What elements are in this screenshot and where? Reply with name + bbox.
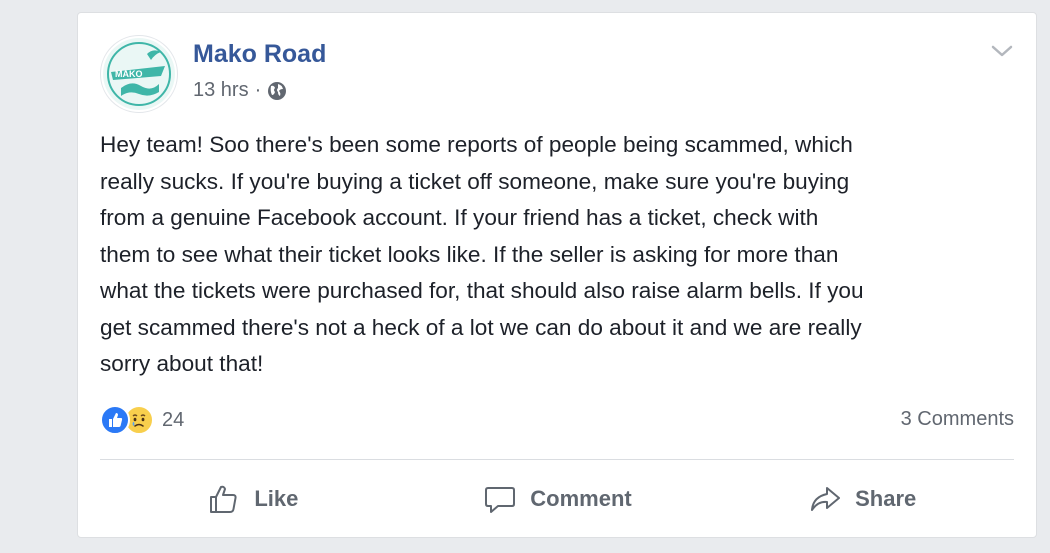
post-meta: 13 hrs · [193, 79, 288, 102]
comment-label: Comment [530, 486, 632, 511]
post-header: MAKO Mako Road 13 hrs · [100, 35, 1014, 115]
thumbs-up-icon [206, 481, 242, 517]
reactions-summary[interactable]: 24 [100, 405, 184, 435]
share-button[interactable]: Share [709, 475, 1014, 523]
timestamp[interactable]: 13 hrs [193, 79, 249, 102]
like-label: Like [254, 486, 299, 511]
comment-icon [482, 481, 518, 517]
meta-separator: · [254, 79, 262, 101]
like-button[interactable]: Like [100, 475, 405, 523]
comment-button[interactable]: Comment [405, 475, 710, 523]
post-message: Hey team! Soo there's been some reports … [100, 132, 864, 376]
comments-count-link[interactable]: 3 Comments [901, 408, 1014, 431]
action-bar: Like Comment Share [100, 475, 1014, 523]
like-icon [100, 405, 130, 435]
post-stats: 24 3 Comments [100, 405, 1014, 435]
mako-logo-icon: MAKO [103, 38, 175, 110]
post-card: MAKO Mako Road 13 hrs · Hey team! Soo th [77, 12, 1037, 538]
share-icon [807, 481, 843, 517]
avatar[interactable]: MAKO [100, 35, 178, 113]
divider [100, 459, 1014, 460]
share-label: Share [855, 486, 917, 511]
page-name-link[interactable]: Mako Road [193, 40, 326, 69]
chevron-down-icon[interactable] [990, 41, 1014, 61]
avatar-label: MAKO [115, 69, 143, 79]
globe-icon[interactable] [266, 80, 288, 102]
reaction-count: 24 [162, 408, 185, 431]
